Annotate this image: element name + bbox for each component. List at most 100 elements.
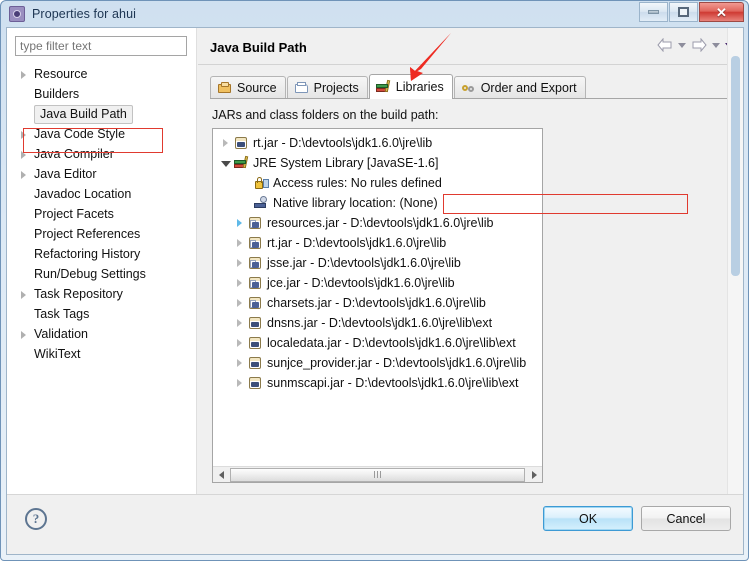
tree-row-label: dnsns.jar - D:\devtools\jdk1.6.0\jre\lib…: [267, 316, 493, 330]
tab-libraries[interactable]: Libraries: [368, 74, 453, 99]
tree-row[interactable]: sunmscapi.jar - D:\devtools\jdk1.6.0\jre…: [213, 373, 542, 393]
tree-row[interactable]: JRE System Library [JavaSE-1.6]: [213, 153, 542, 173]
pane-vertical-scrollbar[interactable]: [727, 28, 743, 494]
tree-row-label: jsse.jar - D:\devtools\jdk1.6.0\jre\lib: [267, 256, 461, 270]
build-path-tree[interactable]: rt.jar - D:\devtools\jdk1.6.0\jre\lib JR…: [212, 128, 543, 483]
chevron-right-icon[interactable]: [233, 216, 247, 230]
sidebar-item-javadoc-location[interactable]: Javadoc Location: [7, 184, 196, 204]
tab-source[interactable]: Source: [210, 76, 286, 99]
tab-projects[interactable]: Projects: [286, 76, 368, 99]
sidebar-item-label: Project References: [34, 227, 141, 241]
properties-dialog-window: Properties for ahui ✕ Resource Builders: [0, 0, 749, 561]
jar-icon: [247, 315, 263, 331]
window-controls: ✕: [639, 2, 744, 22]
tree-row[interactable]: Native library location: (None): [213, 193, 542, 213]
chevron-right-icon[interactable]: [233, 316, 247, 330]
chevron-right-icon[interactable]: [219, 136, 233, 150]
tab-label: Order and Export: [480, 81, 577, 95]
chevron-right-icon[interactable]: [17, 68, 30, 81]
forward-history-chevron-down-icon[interactable]: [712, 42, 720, 48]
access-rules-lock-icon: [253, 175, 269, 191]
sidebar-item-label: Run/Debug Settings: [34, 267, 146, 281]
scroll-right-icon[interactable]: [526, 467, 542, 482]
filter-input[interactable]: [15, 36, 187, 56]
back-arrow-icon[interactable]: [657, 38, 673, 52]
scrollbar-thumb[interactable]: [731, 56, 740, 276]
chevron-right-icon[interactable]: [17, 148, 30, 161]
sidebar-item-java-build-path[interactable]: Java Build Path: [7, 104, 196, 124]
forward-arrow-icon[interactable]: [691, 38, 707, 52]
back-history-chevron-down-icon[interactable]: [678, 42, 686, 48]
tree-row[interactable]: jce.jar - D:\devtools\jdk1.6.0\jre\lib: [213, 273, 542, 293]
chevron-right-icon[interactable]: [233, 276, 247, 290]
tab-order-and-export[interactable]: Order and Export: [453, 76, 586, 99]
sidebar-item-project-references[interactable]: Project References: [7, 224, 196, 244]
sidebar-item-validation[interactable]: Validation: [7, 324, 196, 344]
tree-row[interactable]: dnsns.jar - D:\devtools\jdk1.6.0\jre\lib…: [213, 313, 542, 333]
sidebar-item-label: Task Tags: [34, 307, 90, 321]
library-books-icon: [233, 155, 249, 171]
tab-label: Projects: [313, 81, 359, 95]
tree-row[interactable]: jsse.jar - D:\devtools\jdk1.6.0\jre\lib: [213, 253, 542, 273]
sidebar-item-task-tags[interactable]: Task Tags: [7, 304, 196, 324]
sidebar-item-java-editor[interactable]: Java Editor: [7, 164, 196, 184]
sidebar-item-java-compiler[interactable]: Java Compiler: [7, 144, 196, 164]
tree-row[interactable]: charsets.jar - D:\devtools\jdk1.6.0\jre\…: [213, 293, 542, 313]
chevron-right-icon[interactable]: [17, 288, 30, 301]
sidebar-item-label: Javadoc Location: [34, 187, 132, 201]
sidebar-item-refactoring-history[interactable]: Refactoring History: [7, 244, 196, 264]
sidebar-item-project-facets[interactable]: Project Facets: [7, 204, 196, 224]
build-path-tabs: Source Projects Libraries Order and Expo…: [210, 74, 587, 99]
cancel-button[interactable]: Cancel: [641, 506, 731, 531]
minimize-button[interactable]: [639, 2, 668, 22]
tree-row[interactable]: sunjce_provider.jar - D:\devtools\jdk1.6…: [213, 353, 542, 373]
close-button[interactable]: ✕: [699, 2, 744, 22]
chevron-right-icon[interactable]: [17, 328, 30, 341]
chevron-right-icon[interactable]: [17, 128, 30, 141]
tab-label: Source: [237, 81, 277, 95]
chevron-right-icon[interactable]: [233, 376, 247, 390]
tree-row-label: localedata.jar - D:\devtools\jdk1.6.0\jr…: [267, 336, 516, 350]
tree-row[interactable]: localedata.jar - D:\devtools\jdk1.6.0\jr…: [213, 333, 542, 353]
sidebar-item-label: Java Code Style: [34, 127, 126, 141]
chevron-right-icon[interactable]: [233, 236, 247, 250]
tree-row[interactable]: resources.jar - D:\devtools\jdk1.6.0\jre…: [213, 213, 542, 233]
tree-row[interactable]: Access rules: No rules defined: [213, 173, 542, 193]
maximize-button[interactable]: [669, 2, 698, 22]
tree-row-label: resources.jar - D:\devtools\jdk1.6.0\jre…: [267, 216, 494, 230]
jar-icon: [233, 135, 249, 151]
horizontal-scrollbar[interactable]: [213, 466, 542, 482]
ok-button[interactable]: OK: [543, 506, 633, 531]
sidebar-item-task-repository[interactable]: Task Repository: [7, 284, 196, 304]
sidebar-item-builders[interactable]: Builders: [7, 84, 196, 104]
tree-row[interactable]: rt.jar - D:\devtools\jdk1.6.0\jre\lib: [213, 233, 542, 253]
tree-row-label: JRE System Library [JavaSE-1.6]: [253, 156, 439, 170]
sidebar-item-java-code-style[interactable]: Java Code Style: [7, 124, 196, 144]
tree-row-label: jce.jar - D:\devtools\jdk1.6.0\jre\lib: [267, 276, 455, 290]
tree-row-label: charsets.jar - D:\devtools\jdk1.6.0\jre\…: [267, 296, 486, 310]
jar-icon: [247, 355, 263, 371]
chevron-right-icon[interactable]: [233, 356, 247, 370]
chevron-right-icon[interactable]: [233, 296, 247, 310]
sidebar-item-run-debug-settings[interactable]: Run/Debug Settings: [7, 264, 196, 284]
tree-row[interactable]: rt.jar - D:\devtools\jdk1.6.0\jre\lib: [213, 133, 542, 153]
settings-category-tree[interactable]: Resource Builders Java Build Path Java C…: [7, 64, 196, 492]
chevron-down-icon[interactable]: [219, 156, 233, 170]
sidebar-item-wikitext[interactable]: WikiText: [7, 344, 196, 364]
window-titlebar[interactable]: Properties for ahui ✕: [1, 1, 748, 27]
jar-icon: [247, 375, 263, 391]
libraries-books-icon: [375, 79, 392, 94]
chevron-right-icon[interactable]: [233, 336, 247, 350]
sidebar-item-label: WikiText: [34, 347, 81, 361]
chevron-right-icon[interactable]: [17, 168, 30, 181]
native-library-icon: [253, 195, 269, 211]
sidebar-item-resource[interactable]: Resource: [7, 64, 196, 84]
scrollbar-thumb[interactable]: [230, 467, 525, 482]
scroll-left-icon[interactable]: [213, 467, 229, 482]
chevron-right-icon[interactable]: [233, 256, 247, 270]
help-icon[interactable]: ?: [25, 508, 47, 530]
